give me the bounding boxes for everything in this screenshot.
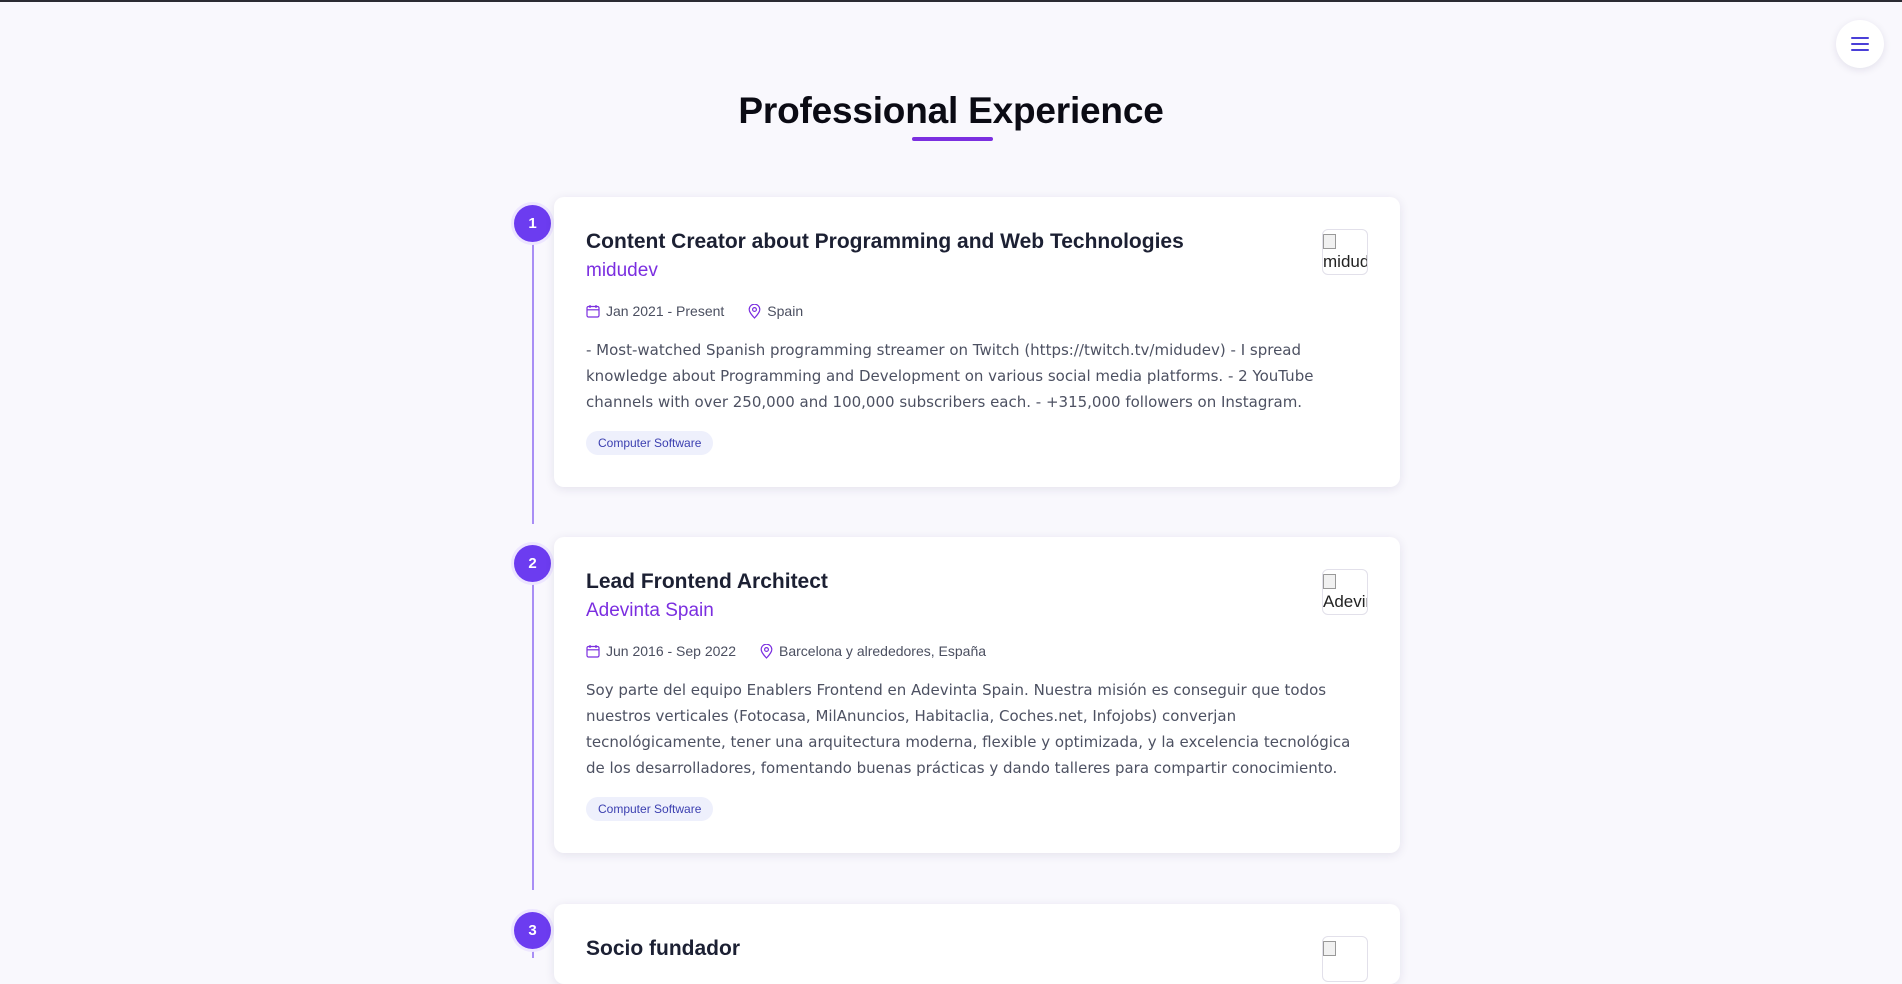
timeline-number: 1: [514, 205, 551, 242]
job-meta: Jun 2016 - Sep 2022 Barcelona y alrededo…: [586, 643, 1368, 659]
dates-text: Jan 2021 - Present: [606, 303, 725, 319]
industry-tag: Computer Software: [586, 797, 714, 821]
calendar-icon: [586, 305, 600, 318]
broken-image-icon: [1323, 234, 1336, 249]
tag-list: Computer Software: [586, 797, 1368, 821]
job-dates: Jan 2021 - Present: [586, 303, 724, 319]
timeline-number: 3: [514, 912, 551, 949]
location-pin-icon: [760, 643, 773, 659]
company-logo: [1322, 936, 1368, 982]
broken-image-icon: [1323, 574, 1336, 589]
company-logo: midud: [1322, 229, 1368, 275]
company-name: midudev: [586, 260, 658, 281]
job-title: Lead Frontend Architect: [586, 570, 828, 593]
job-location: Barcelona y alrededores, España: [760, 643, 986, 659]
logo-alt-text: midud: [1323, 252, 1368, 271]
job-description: Soy parte del equipo Enablers Frontend e…: [586, 681, 1351, 777]
location-text: Spain: [767, 303, 804, 319]
experience-card: Socio fundador: [554, 904, 1400, 984]
timeline-line: [532, 582, 534, 890]
timeline-line: [532, 242, 534, 524]
broken-image-icon: [1323, 941, 1336, 956]
tag-list: Computer Software: [586, 431, 1368, 455]
experience-card: Lead Frontend Architect Adevinta Spain A…: [554, 537, 1400, 853]
job-dates: Jun 2016 - Sep 2022: [586, 643, 736, 659]
industry-tag: Computer Software: [586, 431, 714, 455]
logo-alt-text: Adevir: [1323, 592, 1368, 611]
job-meta: Jan 2021 - Present Spain: [586, 303, 1368, 319]
job-location: Spain: [748, 303, 803, 319]
location-pin-icon: [748, 303, 761, 319]
job-title: Socio fundador: [586, 937, 740, 960]
job-title: Content Creator about Programming and We…: [586, 230, 1184, 253]
location-text: Barcelona y alrededores, España: [779, 643, 987, 659]
company-logo: Adevir: [1322, 569, 1368, 615]
company-name: Adevinta Spain: [586, 600, 714, 621]
dates-text: Jun 2016 - Sep 2022: [606, 643, 736, 659]
timeline-line: [532, 948, 534, 958]
job-description: - Most-watched Spanish programming strea…: [586, 341, 1314, 411]
timeline-number: 2: [514, 545, 551, 582]
experience-card: Content Creator about Programming and We…: [554, 197, 1400, 487]
experience-timeline: 1 Content Creator about Programming and …: [0, 2, 1902, 984]
calendar-icon: [586, 645, 600, 658]
